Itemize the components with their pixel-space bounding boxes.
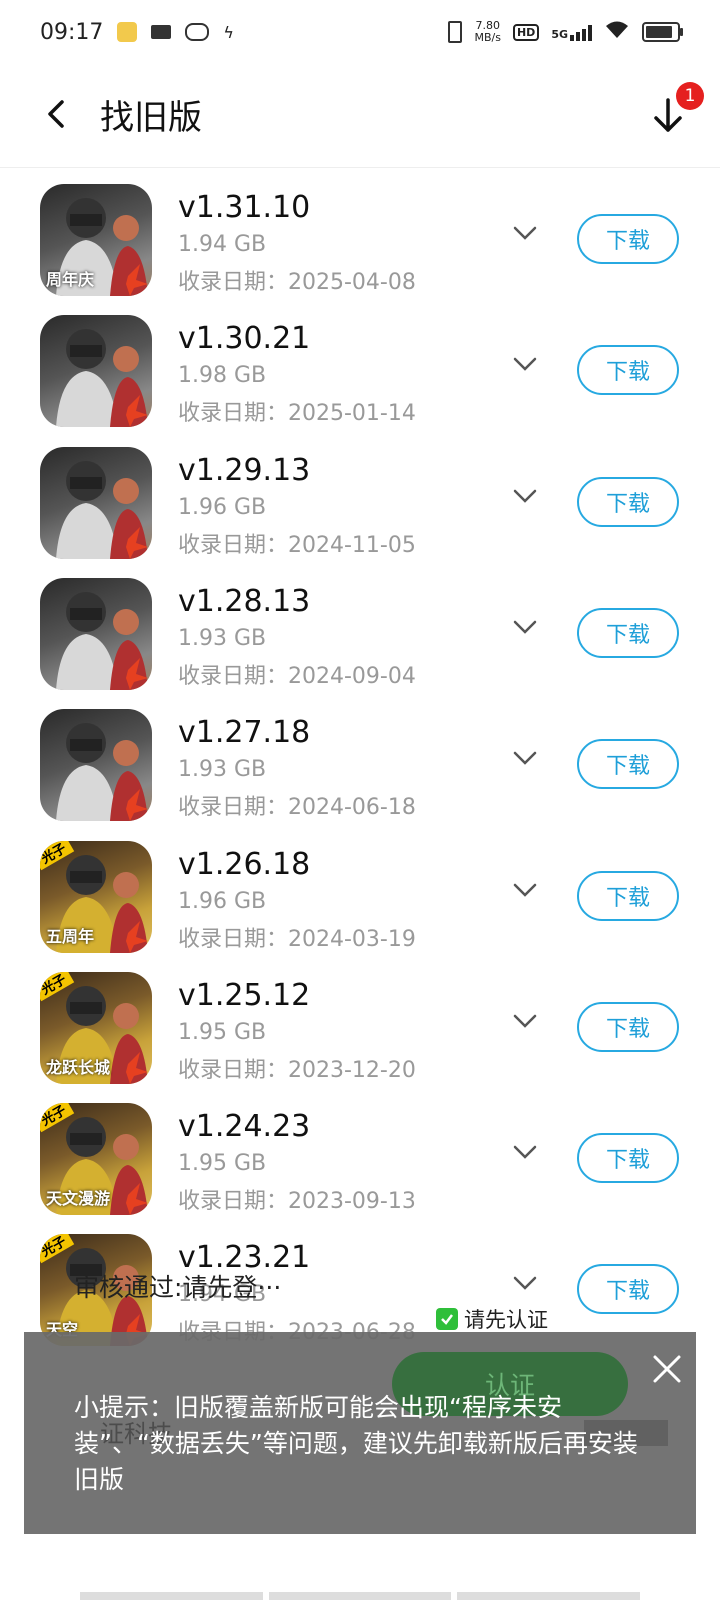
version-row[interactable]: v1.27.18 1.93 GB 收录日期：2024-06-18 下载	[0, 693, 720, 827]
game-icon	[40, 446, 152, 559]
version-name: v1.25.12	[178, 977, 311, 1013]
chevron-down-icon	[513, 1014, 537, 1028]
version-size: 1.93 GB	[178, 625, 267, 651]
chevron-down-icon	[513, 620, 537, 634]
chevron-down-icon	[513, 1145, 537, 1159]
expand-button[interactable]	[510, 349, 540, 379]
icon-caption: 天文漫游	[46, 1189, 111, 1209]
download-button[interactable]: 下载	[577, 476, 679, 527]
chevron-down-icon	[513, 226, 537, 240]
version-size: 1.95 GB	[178, 1151, 267, 1177]
version-size: 1.96 GB	[178, 494, 267, 520]
version-size: 1.98 GB	[178, 363, 267, 389]
expand-button[interactable]	[510, 481, 540, 511]
version-date: 收录日期：2024-06-18	[178, 795, 416, 821]
download-button[interactable]: 下载	[577, 1133, 679, 1184]
download-button[interactable]: 下载	[577, 607, 679, 658]
game-icon	[40, 577, 152, 690]
tip-toast: 认证 证科技 小提示：旧版覆盖新版可能会出现“程序未安装”、“数据丢失”等问题，…	[24, 1332, 696, 1534]
game-icon: 光子 龙跃长城	[40, 971, 152, 1084]
version-size: 1.96 GB	[178, 888, 267, 914]
version-date: 收录日期：2025-04-08	[178, 270, 416, 295]
version-date: 收录日期：2024-11-05	[178, 532, 416, 558]
verify-checkbox[interactable]: 请先认证	[436, 1304, 548, 1334]
review-status-text: 审核通过:请先登···	[74, 1273, 282, 1302]
chevron-down-icon	[513, 358, 537, 372]
game-icon	[40, 315, 152, 428]
version-row[interactable]: v1.29.13 1.96 GB 收录日期：2024-11-05 下载	[0, 431, 720, 565]
version-name: v1.28.13	[178, 583, 311, 619]
back-button[interactable]	[36, 94, 76, 134]
checkbox-checked-icon	[436, 1308, 458, 1330]
version-name: v1.29.13	[178, 452, 311, 488]
version-date: 收录日期：2024-09-04	[178, 663, 416, 689]
game-icon: 周年庆	[40, 184, 152, 296]
page-title: 找旧版	[100, 98, 202, 138]
version-date: 收录日期：2024-03-19	[178, 926, 416, 952]
verify-checkbox-label: 请先认证	[464, 1308, 548, 1332]
chevron-down-icon	[513, 1277, 537, 1291]
expand-button[interactable]	[510, 218, 540, 248]
version-row[interactable]: 光子 天文漫游 v1.24.23 1.95 GB 收录日期：2023-09-13…	[0, 1087, 720, 1221]
status-bar: 09:17 ϟ 7.80 MB/s HD 5G	[0, 0, 720, 64]
chevron-down-icon	[513, 751, 537, 765]
app-notification-icon	[117, 22, 138, 42]
game-icon: 光子 天文漫游	[40, 1103, 152, 1216]
version-name: v1.31.10	[178, 190, 311, 225]
status-time: 09:17	[40, 19, 104, 45]
download-button[interactable]: 下载	[577, 345, 679, 396]
tip-message: 小提示：旧版覆盖新版可能会出现“程序未安装”、“数据丢失”等问题，建议先卸载新版…	[74, 1393, 638, 1494]
version-date: 收录日期：2023-12-20	[178, 1057, 416, 1083]
icon-caption: 龙跃长城	[46, 1057, 111, 1077]
expand-button[interactable]	[510, 1006, 540, 1036]
chevron-down-icon	[513, 489, 537, 503]
video-icon	[151, 25, 172, 39]
version-name: v1.24.23	[178, 1109, 311, 1145]
net-speed: 7.80 MB/s	[474, 19, 501, 44]
vibrate-icon	[448, 21, 463, 43]
version-row[interactable]: 光子 龙跃长城 v1.25.12 1.95 GB 收录日期：2023-12-20…	[0, 956, 720, 1090]
version-size: 1.94 GB	[178, 232, 267, 257]
version-size: 1.95 GB	[178, 1019, 267, 1045]
expand-button[interactable]	[510, 612, 540, 642]
version-name: v1.27.18	[178, 715, 311, 751]
expand-button[interactable]	[510, 1137, 540, 1167]
version-name: v1.30.21	[178, 321, 311, 357]
back-arrow-icon	[48, 100, 64, 128]
game-icon	[40, 709, 152, 822]
battery-icon	[642, 22, 683, 42]
game-icon: 光子 五周年	[40, 840, 152, 953]
wifi-icon	[604, 20, 630, 44]
chevron-down-icon	[513, 883, 537, 897]
toast-close-button[interactable]	[650, 1352, 684, 1386]
app-bar: 找旧版	[0, 64, 720, 168]
version-name: v1.26.18	[178, 846, 311, 882]
version-row[interactable]: 周年庆 v1.31.10 1.94 GB 收录日期：2025-04-08 下载	[0, 168, 720, 302]
version-row[interactable]: 光子 五周年 v1.26.18 1.96 GB 收录日期：2024-03-19 …	[0, 825, 720, 959]
expand-button[interactable]	[510, 875, 540, 905]
signal-icon: 5G	[551, 23, 592, 41]
download-button[interactable]: 下载	[577, 739, 679, 790]
download-button[interactable]: 下载	[577, 870, 679, 921]
version-row[interactable]: v1.30.21 1.98 GB 收录日期：2025-01-14 下载	[0, 299, 720, 433]
hd-icon: HD	[512, 23, 540, 41]
download-button[interactable]: 下载	[577, 1001, 679, 1052]
expand-button[interactable]	[510, 743, 540, 773]
icon-caption: 周年庆	[46, 270, 95, 289]
download-count-badge: 1	[676, 82, 704, 110]
charging-icon: ϟ	[223, 22, 234, 42]
bottom-indicator	[80, 1592, 641, 1600]
version-date: 收录日期：2025-01-14	[178, 401, 416, 427]
version-row[interactable]: v1.28.13 1.93 GB 收录日期：2024-09-04 下载	[0, 562, 720, 696]
icon-caption: 五周年	[46, 926, 95, 946]
version-size: 1.93 GB	[178, 757, 267, 783]
download-button[interactable]: 下载	[577, 214, 679, 264]
close-icon	[653, 1355, 681, 1383]
version-date: 收录日期：2023-09-13	[178, 1189, 416, 1215]
sync-icon	[185, 23, 210, 41]
expand-button[interactable]	[510, 1268, 540, 1298]
download-button[interactable]: 下载	[577, 1264, 679, 1315]
